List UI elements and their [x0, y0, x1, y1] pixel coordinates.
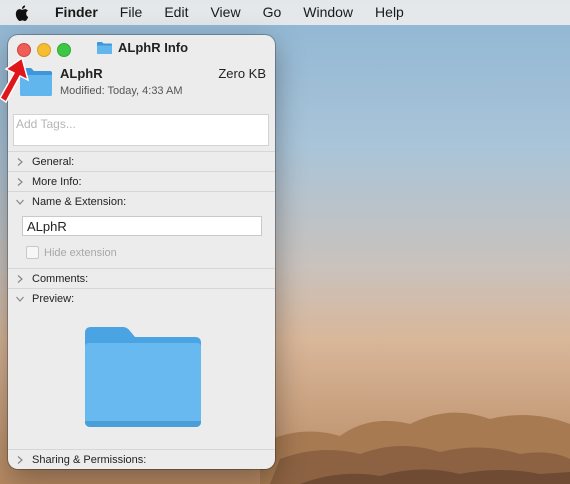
section-comments[interactable]: Comments: [8, 268, 275, 289]
folder-icon [97, 41, 112, 54]
apple-logo-icon[interactable] [0, 4, 44, 21]
menu-help[interactable]: Help [364, 0, 415, 25]
hide-extension-option: Hide extension [26, 246, 117, 259]
title-bar[interactable]: ALphR Info [8, 35, 275, 62]
folder-preview-icon [85, 327, 201, 427]
zoom-button[interactable] [57, 43, 71, 57]
menu-bar: Finder File Edit View Go Window Help [0, 0, 570, 25]
menu-window[interactable]: Window [292, 0, 364, 25]
section-more-info[interactable]: More Info: [8, 171, 275, 192]
tags-field[interactable]: Add Tags... [13, 114, 269, 146]
menu-file[interactable]: File [109, 0, 154, 25]
minimize-button[interactable] [37, 43, 51, 57]
chevron-right-icon[interactable] [8, 456, 32, 464]
file-size: Zero KB [218, 66, 266, 81]
name-field[interactable]: ALphR [22, 216, 262, 236]
section-comments-label: Comments: [32, 273, 89, 285]
hide-extension-label: Hide extension [44, 246, 117, 259]
menu-view[interactable]: View [199, 0, 251, 25]
section-general-label: General: [32, 156, 75, 168]
section-sharing-permissions[interactable]: Sharing & Permissions: [8, 449, 275, 469]
annotation-arrow-icon [0, 56, 30, 104]
chevron-right-icon[interactable] [8, 275, 32, 283]
section-name-extension[interactable]: Name & Extension: [8, 191, 275, 212]
section-sharing-label: Sharing & Permissions: [32, 454, 147, 466]
menu-go[interactable]: Go [252, 0, 293, 25]
window-title: ALphR Info [96, 40, 188, 55]
chevron-down-icon[interactable] [8, 199, 32, 205]
chevron-right-icon[interactable] [8, 178, 32, 186]
section-preview-label: Preview: [32, 293, 75, 305]
chevron-right-icon[interactable] [8, 158, 32, 166]
hide-extension-checkbox[interactable] [26, 246, 39, 259]
modified-date: Modified: Today, 4:33 AM [60, 85, 183, 97]
menu-finder[interactable]: Finder [44, 0, 109, 25]
section-more-info-label: More Info: [32, 176, 82, 188]
section-general[interactable]: General: [8, 151, 275, 172]
file-name: ALphR [60, 66, 103, 81]
section-preview[interactable]: Preview: [8, 288, 275, 309]
file-header: ALphR Zero KB Modified: Today, 4:33 AM [8, 62, 275, 110]
info-window: ALphR Info ALphR Zero KB Modified: Today… [8, 35, 275, 469]
chevron-down-icon[interactable] [8, 296, 32, 302]
menu-edit[interactable]: Edit [153, 0, 199, 25]
section-name-extension-label: Name & Extension: [32, 196, 127, 208]
close-button[interactable] [17, 43, 31, 57]
window-title-text: ALphR Info [118, 40, 189, 55]
